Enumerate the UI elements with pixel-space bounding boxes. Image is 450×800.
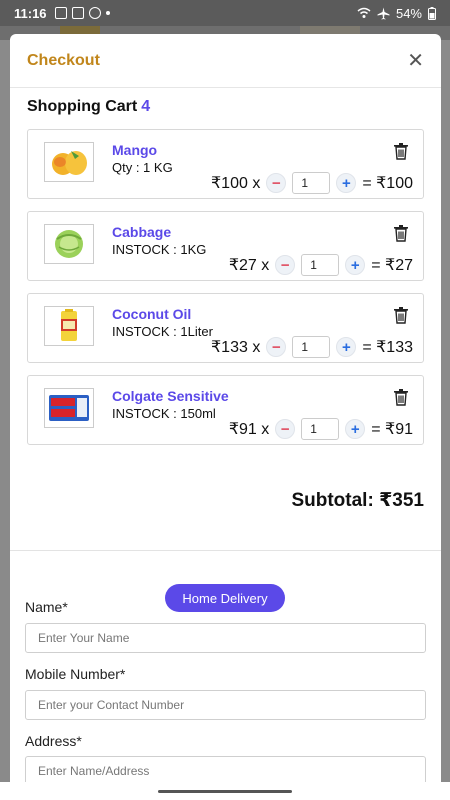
cart-item: Cabbage INSTOCK : 1KG ₹27 x − 1 + = ₹27 [27, 211, 424, 281]
item-total: = ₹100 [362, 175, 413, 192]
coconut-oil-image [44, 306, 94, 346]
cart-count: 4 [141, 98, 151, 115]
decrease-button[interactable]: − [275, 255, 296, 275]
cart-item: Mango Qty : 1 KG ₹100 x − 1 + = ₹100 [27, 129, 424, 199]
cart-heading-label: Shopping Cart [27, 98, 138, 115]
name-label: Name* [25, 599, 68, 615]
decrease-button[interactable]: − [266, 337, 287, 357]
trash-icon[interactable] [393, 142, 409, 160]
home-gesture-handle[interactable] [158, 790, 292, 793]
trash-icon[interactable] [393, 306, 409, 324]
increase-button[interactable]: + [336, 173, 357, 193]
home-delivery-button[interactable]: Home Delivery [165, 584, 285, 612]
cart-item: Colgate Sensitive INSTOCK : 150ml ₹91 x … [27, 375, 424, 445]
cabbage-image [44, 224, 94, 264]
item-price-calc: ₹133 x − 1 + = ₹133 [211, 336, 413, 358]
item-price: ₹91 x [228, 421, 270, 438]
battery-icon [428, 6, 436, 20]
item-price: ₹100 x [211, 175, 261, 192]
decrease-button[interactable]: − [266, 173, 287, 193]
item-stock: Qty : 1 KG [112, 160, 173, 175]
item-price: ₹133 x [211, 339, 261, 356]
quantity-input[interactable]: 1 [292, 172, 331, 194]
navigation-bar [0, 782, 450, 800]
gallery-icon [54, 7, 67, 19]
modal-header: Checkout ✕ [10, 34, 441, 88]
quantity-input[interactable]: 1 [292, 336, 331, 358]
airplane-icon [377, 7, 390, 19]
item-total: = ₹133 [362, 339, 413, 356]
item-stock: INSTOCK : 1Liter [112, 324, 213, 339]
modal-title: Checkout [27, 51, 100, 69]
item-total: = ₹27 [371, 257, 413, 274]
status-time: 11:16 [14, 5, 47, 21]
increase-button[interactable]: + [345, 255, 366, 275]
colgate-image [44, 388, 94, 428]
notification-icons [54, 7, 110, 19]
item-name[interactable]: Coconut Oil [112, 306, 191, 322]
trash-icon[interactable] [393, 388, 409, 406]
section-divider [10, 550, 441, 551]
item-price-calc: ₹91 x − 1 + = ₹91 [229, 418, 413, 440]
address-label: Address* [25, 733, 82, 749]
increase-button[interactable]: + [345, 419, 366, 439]
item-stock: INSTOCK : 150ml [112, 406, 216, 421]
battery-percent: 54% [395, 5, 422, 21]
mango-image [44, 142, 94, 182]
quantity-input[interactable]: 1 [301, 254, 340, 276]
item-name[interactable]: Mango [112, 142, 157, 158]
status-bar: 11:16 54% [0, 0, 450, 26]
play-store-icon [71, 7, 84, 19]
cart-item: Coconut Oil INSTOCK : 1Liter ₹133 x − 1 … [27, 293, 424, 363]
close-icon[interactable]: ✕ [407, 48, 424, 73]
mobile-label: Mobile Number* [25, 666, 126, 682]
item-stock: INSTOCK : 1KG [112, 242, 207, 257]
item-price-calc: ₹100 x − 1 + = ₹100 [211, 172, 413, 194]
name-field[interactable]: Enter Your Name [25, 623, 426, 653]
decrease-button[interactable]: − [275, 419, 296, 439]
item-price: ₹27 x [228, 257, 270, 274]
mobile-field[interactable]: Enter your Contact Number [25, 690, 426, 720]
item-total: = ₹91 [371, 421, 413, 438]
quantity-input[interactable]: 1 [301, 418, 340, 440]
cart-heading: Shopping Cart 4 [27, 98, 150, 116]
checkout-modal: Checkout ✕ Shopping Cart 4 Mango Qty : 1 … [10, 34, 441, 800]
app-notification-icon [88, 7, 101, 19]
item-name[interactable]: Cabbage [112, 224, 171, 240]
more-notifications-icon [105, 11, 110, 15]
item-name[interactable]: Colgate Sensitive [112, 388, 229, 404]
wifi-icon [357, 7, 371, 18]
increase-button[interactable]: + [336, 337, 357, 357]
item-price-calc: ₹27 x − 1 + = ₹27 [229, 254, 413, 276]
trash-icon[interactable] [393, 224, 409, 242]
subtotal: Subtotal: ₹351 [291, 490, 424, 511]
